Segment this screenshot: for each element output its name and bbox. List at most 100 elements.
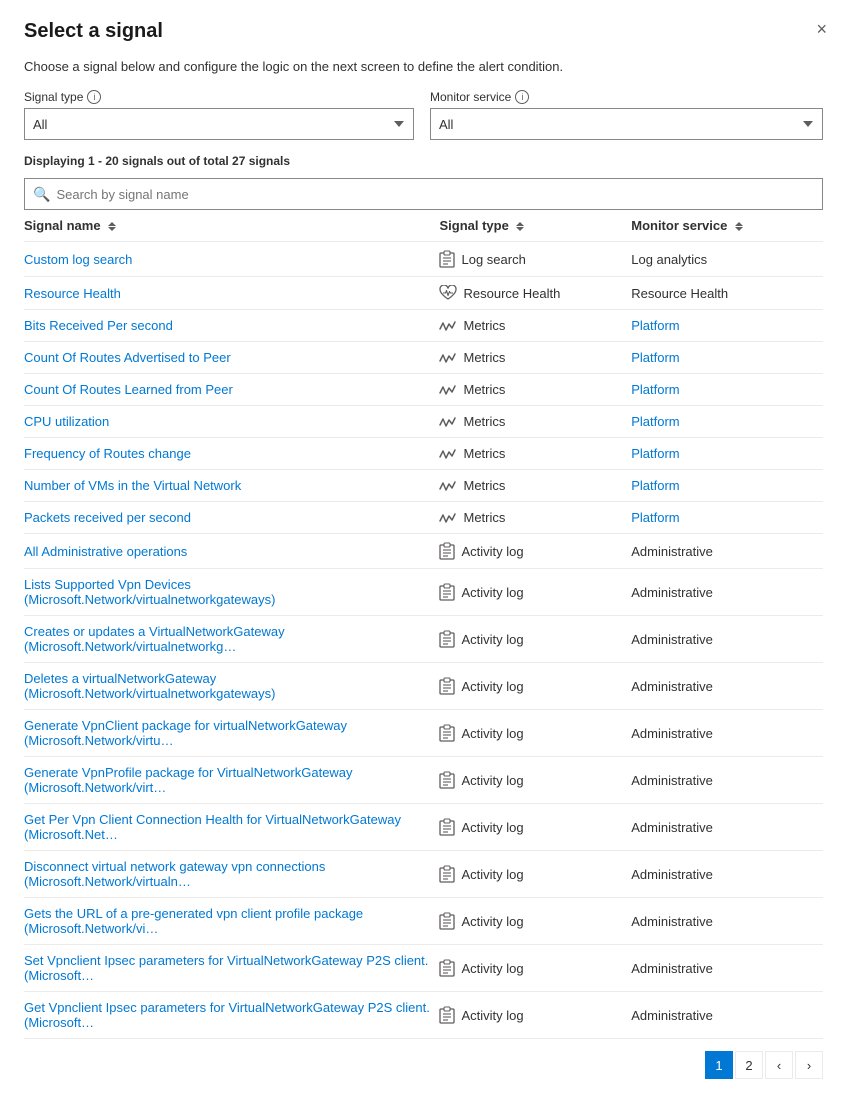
signal-name-cell: Lists Supported Vpn Devices (Microsoft.N… — [24, 569, 439, 616]
signal-type-text: Activity log — [461, 726, 523, 741]
type-icon — [439, 250, 455, 268]
signal-name-link[interactable]: All Administrative operations — [24, 544, 187, 559]
signal-type-text: Activity log — [461, 867, 523, 882]
signal-name-link[interactable]: Generate VpnClient package for virtualNe… — [24, 718, 347, 748]
signal-name-link[interactable]: Deletes a virtualNetworkGateway (Microso… — [24, 671, 275, 701]
monitor-service-cell: Platform — [631, 438, 823, 470]
monitor-service-text: Administrative — [631, 820, 713, 835]
col-monitor-service: Monitor service — [631, 210, 823, 242]
search-icon: 🔍 — [33, 186, 50, 203]
monitor-service-select-wrapper: All Platform Log analytics Resource Heal… — [430, 108, 823, 140]
signal-type-text: Metrics — [463, 350, 505, 365]
type-icon — [439, 383, 457, 397]
monitor-service-text: Administrative — [631, 679, 713, 694]
close-button[interactable]: × — [816, 20, 827, 38]
monitor-service-text: Administrative — [631, 726, 713, 741]
signal-name-cell: Generate VpnProfile package for VirtualN… — [24, 757, 439, 804]
signal-name-cell: CPU utilization — [24, 406, 439, 438]
signal-name-link[interactable]: Lists Supported Vpn Devices (Microsoft.N… — [24, 577, 275, 607]
type-icon — [439, 724, 455, 742]
monitor-service-text: Administrative — [631, 914, 713, 929]
monitor-service-text: Administrative — [631, 773, 713, 788]
signal-name-link[interactable]: Packets received per second — [24, 510, 191, 525]
monitor-service-cell: Administrative — [631, 851, 823, 898]
signal-type-cell: Activity log — [439, 851, 631, 898]
search-input[interactable] — [56, 187, 814, 202]
signal-type-text: Metrics — [463, 510, 505, 525]
signal-name-link[interactable]: Bits Received Per second — [24, 318, 173, 333]
sort-signal-name-icon[interactable] — [108, 222, 116, 231]
panel-title: Select a signal — [24, 20, 823, 43]
monitor-service-cell: Administrative — [631, 569, 823, 616]
select-signal-panel: Select a signal × Choose a signal below … — [0, 0, 847, 1099]
monitor-service-cell: Administrative — [631, 616, 823, 663]
col-signal-name: Signal name — [24, 210, 439, 242]
signal-type-cell: Metrics — [439, 438, 631, 470]
signal-type-cell: Activity log — [439, 616, 631, 663]
page-1-button[interactable]: 1 — [705, 1051, 733, 1079]
monitor-service-filter-group: Monitor service i All Platform Log analy… — [430, 90, 823, 140]
signal-name-link[interactable]: Disconnect virtual network gateway vpn c… — [24, 859, 325, 889]
table-row: Custom log search Log search Log analytic… — [24, 242, 823, 277]
table-row: Lists Supported Vpn Devices (Microsoft.N… — [24, 569, 823, 616]
type-icon — [439, 771, 455, 789]
table-row: Get Per Vpn Client Connection Health for… — [24, 804, 823, 851]
monitor-service-select[interactable]: All Platform Log analytics Resource Heal… — [430, 108, 823, 140]
page-2-button[interactable]: 2 — [735, 1051, 763, 1079]
signal-name-cell: Number of VMs in the Virtual Network — [24, 470, 439, 502]
monitor-service-text: Platform — [631, 478, 679, 493]
sort-monitor-service-icon[interactable] — [735, 222, 743, 231]
signal-name-link[interactable]: CPU utilization — [24, 414, 109, 429]
signal-type-text: Activity log — [461, 585, 523, 600]
table-row: Disconnect virtual network gateway vpn c… — [24, 851, 823, 898]
signal-name-link[interactable]: Set Vpnclient Ipsec parameters for Virtu… — [24, 953, 428, 983]
table-row: Count Of Routes Learned from Peer Metric… — [24, 374, 823, 406]
signal-type-text: Log search — [461, 252, 525, 267]
signal-name-link[interactable]: Frequency of Routes change — [24, 446, 191, 461]
table-body: Custom log search Log search Log analytic… — [24, 242, 823, 1039]
monitor-service-text: Administrative — [631, 632, 713, 647]
table-row: Creates or updates a VirtualNetworkGatew… — [24, 616, 823, 663]
signal-name-link[interactable]: Count Of Routes Advertised to Peer — [24, 350, 231, 365]
type-icon — [439, 1006, 455, 1024]
signal-type-cell: Metrics — [439, 406, 631, 438]
signal-name-link[interactable]: Resource Health — [24, 286, 121, 301]
type-icon — [439, 351, 457, 365]
type-icon — [439, 818, 455, 836]
signal-name-link[interactable]: Gets the URL of a pre-generated vpn clie… — [24, 906, 363, 936]
signal-name-cell: Generate VpnClient package for virtualNe… — [24, 710, 439, 757]
signal-name-link[interactable]: Number of VMs in the Virtual Network — [24, 478, 241, 493]
signal-type-cell: Activity log — [439, 757, 631, 804]
signal-name-link[interactable]: Creates or updates a VirtualNetworkGatew… — [24, 624, 285, 654]
monitor-service-cell: Administrative — [631, 534, 823, 569]
signal-name-link[interactable]: Custom log search — [24, 252, 132, 267]
next-page-button[interactable]: › — [795, 1051, 823, 1079]
signal-type-cell: Activity log — [439, 663, 631, 710]
signal-name-link[interactable]: Count Of Routes Learned from Peer — [24, 382, 233, 397]
signal-type-cell: Resource Health — [439, 277, 631, 310]
prev-page-button[interactable]: ‹ — [765, 1051, 793, 1079]
signal-type-text: Activity log — [461, 1008, 523, 1023]
table-row: Count Of Routes Advertised to Peer Metri… — [24, 342, 823, 374]
signal-type-select[interactable]: All Metrics Log search Activity log Reso… — [24, 108, 414, 140]
monitor-service-text: Platform — [631, 318, 679, 333]
signal-name-cell: Bits Received Per second — [24, 310, 439, 342]
signal-type-cell: Log search — [439, 242, 631, 277]
monitor-service-text: Log analytics — [631, 252, 707, 267]
signals-table: Signal name Signal type Monitor service — [24, 210, 823, 1039]
monitor-service-text: Platform — [631, 414, 679, 429]
signal-name-cell: Count Of Routes Advertised to Peer — [24, 342, 439, 374]
signal-name-link[interactable]: Get Vpnclient Ipsec parameters for Virtu… — [24, 1000, 430, 1030]
signal-type-text: Resource Health — [463, 286, 560, 301]
monitor-service-info-icon[interactable]: i — [515, 90, 529, 104]
sort-signal-type-icon[interactable] — [516, 222, 524, 231]
monitor-service-text: Administrative — [631, 961, 713, 976]
signal-name-link[interactable]: Generate VpnProfile package for VirtualN… — [24, 765, 353, 795]
signal-name-link[interactable]: Get Per Vpn Client Connection Health for… — [24, 812, 401, 842]
table-row: Resource Health Resource HealthResource … — [24, 277, 823, 310]
monitor-service-cell: Platform — [631, 502, 823, 534]
signal-type-info-icon[interactable]: i — [87, 90, 101, 104]
search-box: 🔍 — [24, 178, 823, 210]
signal-type-text: Activity log — [461, 961, 523, 976]
signal-type-select-wrapper: All Metrics Log search Activity log Reso… — [24, 108, 414, 140]
